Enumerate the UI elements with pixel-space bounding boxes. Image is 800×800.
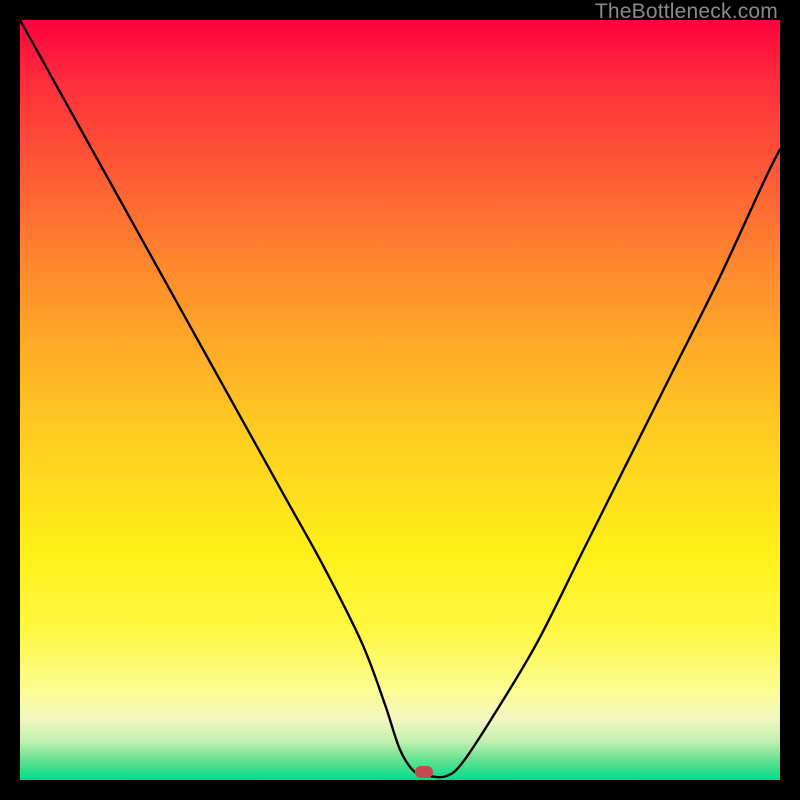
chart-valley-marker [415,766,433,778]
chart-curve-svg [20,20,780,780]
chart-plot-area [20,20,780,780]
bottleneck-curve-path [20,20,780,777]
